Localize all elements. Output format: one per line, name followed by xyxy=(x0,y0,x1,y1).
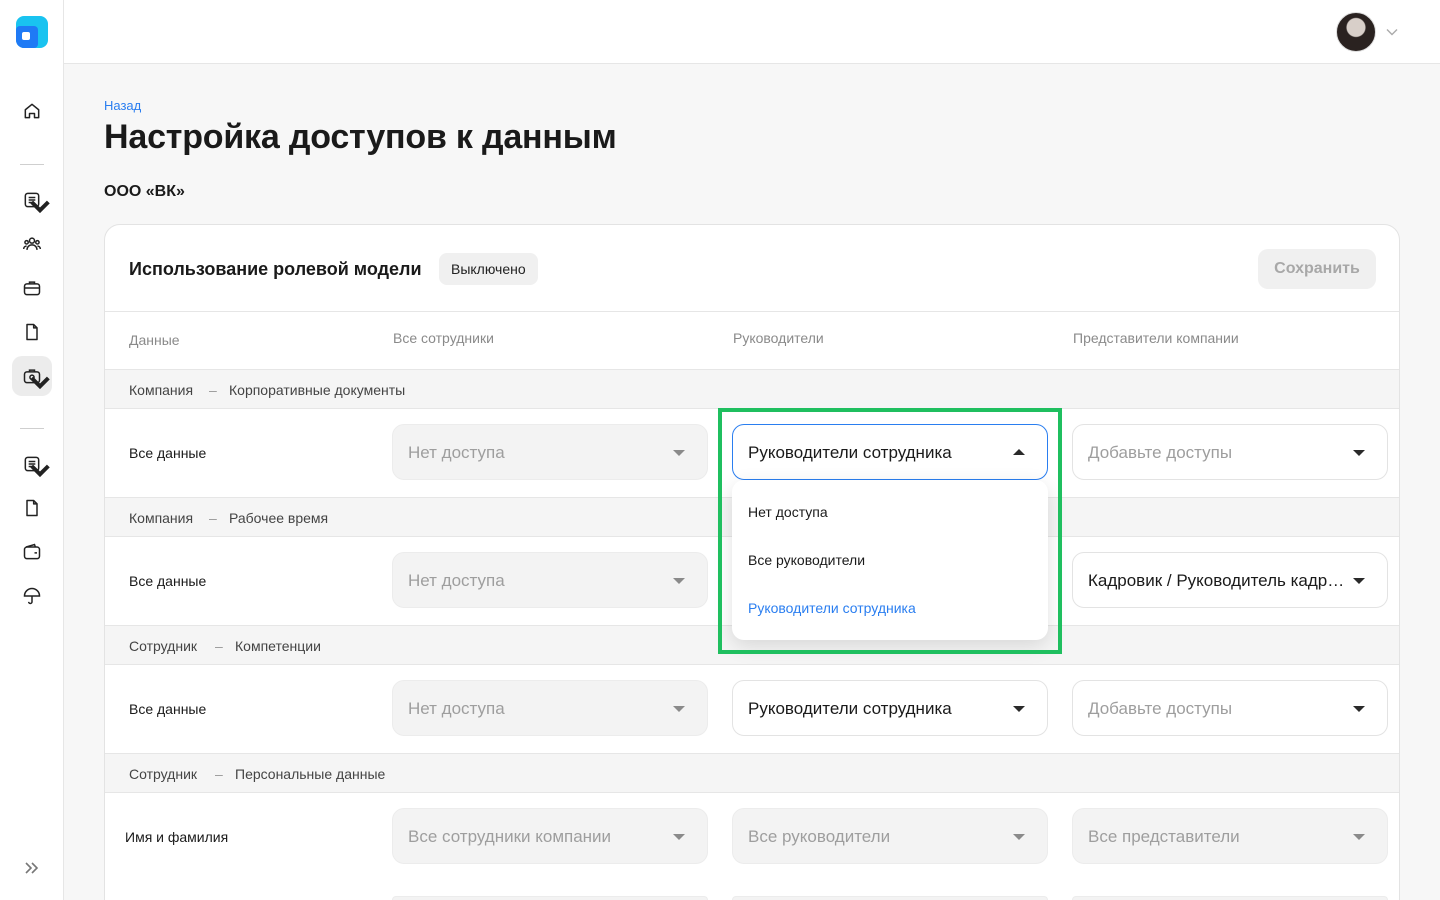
home-icon xyxy=(24,103,40,119)
caret-up-icon xyxy=(1013,449,1025,455)
caret-down-icon xyxy=(1353,834,1365,840)
access-select-company-reps[interactable]: Кадровик / Руководитель кадровой службы xyxy=(1072,552,1388,608)
sidebar xyxy=(0,0,64,900)
caret-down-icon xyxy=(1353,578,1365,584)
card-title: Использование ролевой модели xyxy=(129,259,422,279)
select-value: Руководители сотрудника xyxy=(748,443,952,462)
caret-down-icon xyxy=(673,706,685,712)
section-title: Персональные данные xyxy=(235,766,386,782)
section-title: Корпоративные документы xyxy=(229,382,406,398)
select-value: Все сотрудники компании xyxy=(408,827,612,846)
caret-down-icon xyxy=(1353,706,1365,712)
back-link[interactable]: Назад xyxy=(104,98,141,113)
app-logo[interactable] xyxy=(16,16,48,48)
access-select-company-reps[interactable]: Все представители xyxy=(1072,808,1388,864)
column-header-managers: Руководители xyxy=(733,330,824,346)
managers-dropdown-menu: Нет доступа Все руководители Руководител… xyxy=(732,480,1048,640)
row-label: Все данные xyxy=(129,701,207,717)
row-label: Имя и фамилия xyxy=(125,829,229,845)
section-category: Сотрудник xyxy=(129,766,198,782)
access-select-company-reps[interactable]: Добавьте доступы xyxy=(1072,680,1388,736)
caret-down-icon xyxy=(673,578,685,584)
access-select-all-employees[interactable]: Нет доступа xyxy=(392,424,708,480)
column-header-data: Данные xyxy=(129,332,180,348)
access-select-managers[interactable]: Все руководители xyxy=(732,808,1048,864)
dropdown-option-employee-managers[interactable]: Руководители сотрудника xyxy=(748,600,916,616)
select-value: Нет доступа xyxy=(408,571,505,590)
section-category: Компания xyxy=(129,382,194,398)
column-header-company-reps: Представители компании xyxy=(1073,330,1239,346)
sidebar-item-files[interactable] xyxy=(12,312,52,352)
select-placeholder: Добавьте доступы xyxy=(1088,699,1233,718)
select-value: Нет доступа xyxy=(408,443,505,462)
select-value: Руководители сотрудника xyxy=(748,699,952,718)
section-dash: – xyxy=(215,766,223,782)
access-select-company-reps[interactable]: Добавьте доступы xyxy=(1072,424,1388,480)
chevron-down-icon xyxy=(30,464,50,478)
select-value: Кадровик / Руководитель кадровой службы xyxy=(1088,571,1350,590)
select-placeholder: Добавьте доступы xyxy=(1088,443,1233,462)
sidebar-item-users[interactable] xyxy=(12,224,52,264)
company-name: ООО «ВК» xyxy=(104,183,185,200)
select-value: Нет доступа xyxy=(408,699,505,718)
access-select-managers[interactable]: Руководители сотрудника xyxy=(732,680,1048,736)
chevron-down-icon xyxy=(30,376,50,390)
caret-down-icon xyxy=(1013,706,1025,712)
sidebar-item-wallet[interactable] xyxy=(12,532,52,572)
chevron-down-icon xyxy=(30,200,50,214)
file-icon xyxy=(26,499,38,517)
access-select-partial xyxy=(392,896,708,900)
caret-down-icon xyxy=(1353,450,1365,456)
avatar[interactable] xyxy=(1336,12,1376,52)
dropdown-option-all-managers[interactable]: Все руководители xyxy=(748,552,865,568)
sidebar-item-files-2[interactable] xyxy=(12,488,52,528)
caret-down-icon xyxy=(673,834,685,840)
select-value: Все руководители xyxy=(748,827,891,846)
section-dash: – xyxy=(209,510,217,526)
umbrella-icon xyxy=(23,587,41,605)
top-bar xyxy=(64,0,1440,64)
sidebar-item-home[interactable] xyxy=(12,91,52,131)
save-button[interactable]: Сохранить xyxy=(1258,249,1376,289)
sidebar-item-settings-case[interactable] xyxy=(12,356,52,396)
section-title: Рабочее время xyxy=(229,510,329,526)
access-select-all-employees[interactable]: Нет доступа xyxy=(392,552,708,608)
card-header: Использование ролевой модели Выключено С… xyxy=(105,225,1399,312)
file-icon xyxy=(26,323,38,341)
select-value: Все представители xyxy=(1088,827,1240,846)
section-header: Сотрудник – Персональные данные xyxy=(105,753,1399,793)
section-dash: – xyxy=(215,638,223,654)
access-select-all-employees[interactable]: Все сотрудники компании xyxy=(392,808,708,864)
sidebar-item-briefcase[interactable] xyxy=(12,268,52,308)
access-select-managers[interactable]: Руководители сотрудника xyxy=(732,424,1048,480)
sidebar-item-vacation[interactable] xyxy=(12,576,52,616)
briefcase-icon xyxy=(23,281,41,296)
wallet-icon xyxy=(23,543,41,560)
users-icon xyxy=(22,237,42,250)
dropdown-option-no-access[interactable]: Нет доступа xyxy=(748,504,828,520)
chevron-down-icon[interactable] xyxy=(1386,28,1398,36)
sidebar-item-documents-2[interactable] xyxy=(12,444,52,484)
column-header-all-employees: Все сотрудники xyxy=(393,330,494,346)
section-title: Компетенции xyxy=(235,638,321,654)
row-label: Все данные xyxy=(129,573,207,589)
page-title: Настройка доступов к данным xyxy=(104,118,617,156)
section-dash: – xyxy=(209,382,217,398)
sidebar-item-documents[interactable] xyxy=(12,180,52,220)
sidebar-divider xyxy=(20,428,44,429)
row-label: Все данные xyxy=(129,445,207,461)
caret-down-icon xyxy=(1013,834,1025,840)
access-select-partial xyxy=(1072,896,1388,900)
access-select-partial xyxy=(732,896,1048,900)
sidebar-divider xyxy=(20,164,44,165)
section-category: Компания xyxy=(129,510,194,526)
access-select-all-employees[interactable]: Нет доступа xyxy=(392,680,708,736)
caret-down-icon xyxy=(673,450,685,456)
section-category: Сотрудник xyxy=(129,638,198,654)
section-header: Компания – Корпоративные документы xyxy=(105,369,1399,409)
status-badge: Выключено xyxy=(439,253,538,285)
expand-icon[interactable] xyxy=(22,858,42,878)
